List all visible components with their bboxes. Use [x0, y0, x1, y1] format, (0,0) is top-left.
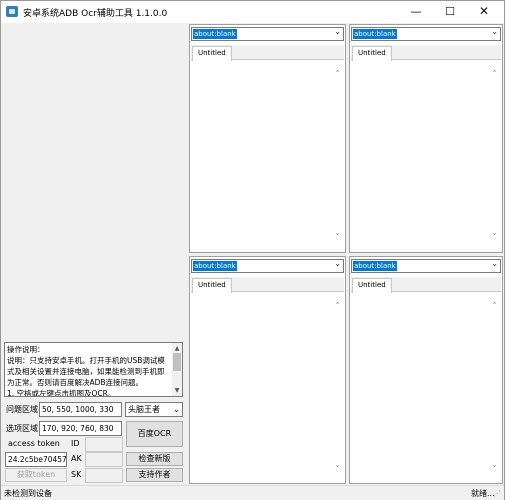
- get-token-button[interactable]: 获取token: [5, 468, 67, 482]
- instructions-scrollbar[interactable]: ▲ ▼: [172, 343, 182, 396]
- minimize-button[interactable]: —: [399, 1, 433, 23]
- tab-strip: Untitled: [191, 45, 344, 61]
- vertical-scrollbar[interactable]: ⌃ ⌄: [333, 301, 342, 473]
- document-area[interactable]: ⌃ ⌄: [351, 61, 501, 251]
- status-bar: 未检测到设备 就绪... ⋰: [1, 485, 504, 500]
- option-area-input[interactable]: 170, 920, 760, 830: [39, 421, 122, 436]
- document-area[interactable]: ⌃ ⌄: [351, 293, 501, 482]
- url-combobox[interactable]: about:blank ⌄: [191, 27, 344, 41]
- close-button[interactable]: ✕: [467, 1, 501, 23]
- chevron-up-icon[interactable]: ⌃: [490, 301, 499, 309]
- chevron-down-icon[interactable]: ⌄: [491, 259, 498, 268]
- chevron-down-icon[interactable]: ⌄: [173, 403, 180, 416]
- app-window: 安卓系统ADB Ocr辅助工具 1.1.0.0 — ☐ ✕ about:blan…: [0, 0, 505, 500]
- chevron-down-icon[interactable]: ⌄: [334, 27, 341, 36]
- question-area-label: 问题区域: [6, 405, 38, 414]
- option-area-label: 选项区域: [6, 424, 38, 433]
- tab-strip: Untitled: [351, 45, 501, 61]
- chevron-up-icon[interactable]: ⌃: [333, 69, 342, 77]
- game-select[interactable]: 头脑王者 ⌄: [125, 402, 183, 417]
- sk-label: SK: [71, 470, 82, 479]
- device-status: 未检测到设备: [4, 489, 52, 498]
- id-label: ID: [71, 439, 80, 448]
- chevron-up-icon[interactable]: ⌃: [333, 301, 342, 309]
- chevron-down-icon[interactable]: ⌄: [490, 229, 499, 237]
- instructions-textbox[interactable]: 操作说明： 说明：只支持安卓手机。打开手机的USB调试模式及相关设置并连接电脑，…: [4, 342, 183, 397]
- title-bar[interactable]: 安卓系统ADB Ocr辅助工具 1.1.0.0 — ☐ ✕: [1, 1, 504, 23]
- vertical-scrollbar[interactable]: ⌃ ⌄: [490, 69, 499, 241]
- browser-pane-2: about:blank ⌄ Untitled ⌃ ⌄: [349, 24, 503, 253]
- vertical-scrollbar[interactable]: ⌃ ⌄: [333, 69, 342, 241]
- vertical-scrollbar[interactable]: ⌃ ⌄: [490, 301, 499, 473]
- support-author-button[interactable]: 支持作者: [126, 468, 183, 482]
- tab-untitled[interactable]: Untitled: [352, 46, 392, 61]
- url-combobox[interactable]: about:blank ⌄: [351, 27, 501, 41]
- resize-grip-icon[interactable]: ⋰: [493, 489, 502, 498]
- tab-strip: Untitled: [351, 277, 501, 293]
- chevron-down-icon[interactable]: ⌄: [334, 259, 341, 268]
- tab-strip: Untitled: [191, 277, 344, 293]
- chevron-down-icon[interactable]: ⌄: [333, 461, 342, 469]
- browser-pane-3: about:blank ⌄ Untitled ⌃ ⌄: [189, 256, 346, 484]
- ak-label: AK: [71, 454, 82, 463]
- access-token-input[interactable]: 24.2c5be70457d: [5, 452, 67, 467]
- tab-untitled[interactable]: Untitled: [352, 278, 392, 293]
- chevron-down-icon[interactable]: ⌄: [333, 229, 342, 237]
- ak-input[interactable]: [85, 452, 123, 467]
- chevron-down-icon[interactable]: ⌄: [490, 461, 499, 469]
- tab-untitled[interactable]: Untitled: [192, 278, 232, 293]
- game-select-value: 头脑王者: [128, 405, 160, 414]
- document-area[interactable]: ⌃ ⌄: [191, 293, 344, 482]
- url-text[interactable]: about:blank: [353, 261, 397, 271]
- sk-input[interactable]: [85, 468, 123, 483]
- scroll-thumb[interactable]: [173, 353, 181, 371]
- access-token-label: access token: [8, 439, 60, 448]
- url-text[interactable]: about:blank: [193, 261, 237, 271]
- instructions-text: 操作说明： 说明：只支持安卓手机。打开手机的USB调试模式及相关设置并连接电脑，…: [7, 345, 165, 397]
- chevron-up-icon[interactable]: ⌃: [490, 69, 499, 77]
- chevron-down-icon[interactable]: ⌄: [491, 27, 498, 36]
- document-area[interactable]: ⌃ ⌄: [191, 61, 344, 251]
- app-icon: [6, 6, 18, 17]
- browser-pane-4: about:blank ⌄ Untitled ⌃ ⌄: [349, 256, 503, 484]
- maximize-button[interactable]: ☐: [433, 1, 467, 23]
- tab-untitled[interactable]: Untitled: [192, 46, 232, 61]
- url-text[interactable]: about:blank: [353, 29, 397, 39]
- window-title: 安卓系统ADB Ocr辅助工具 1.1.0.0: [23, 9, 168, 19]
- chevron-down-icon[interactable]: ▼: [172, 385, 182, 396]
- id-input[interactable]: [85, 437, 123, 452]
- ready-status: 就绪...: [471, 489, 495, 498]
- baidu-ocr-button[interactable]: 百度OCR: [126, 421, 183, 447]
- url-combobox[interactable]: about:blank ⌄: [351, 259, 501, 273]
- question-area-input[interactable]: 50, 550, 1000, 330: [39, 402, 122, 417]
- browser-pane-1: about:blank ⌄ Untitled ⌃ ⌄: [189, 24, 346, 253]
- url-text[interactable]: about:blank: [193, 29, 237, 39]
- check-update-button[interactable]: 检查新版: [126, 452, 183, 466]
- url-combobox[interactable]: about:blank ⌄: [191, 259, 344, 273]
